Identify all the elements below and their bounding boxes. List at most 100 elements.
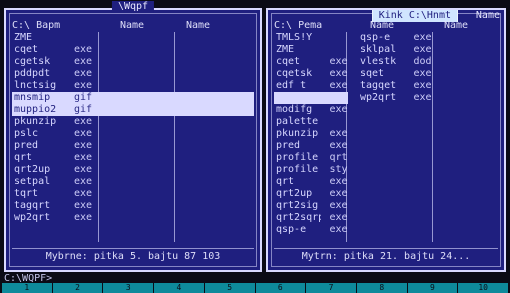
file-extension: exe (329, 104, 348, 115)
right-file-row[interactable]: profile sty (274, 164, 348, 176)
function-key[interactable]: 8 (356, 283, 407, 293)
function-key[interactable]: 2 (52, 283, 103, 293)
left-file-row[interactable]: pred exe (12, 140, 254, 152)
function-key[interactable]: 4 (154, 283, 204, 293)
command-prompt: C:\WQPF> (4, 273, 53, 283)
left-file-row[interactable]: pslc exe (12, 128, 254, 140)
left-file-row[interactable]: cgetsk exe (12, 56, 254, 68)
file-extension: exe (74, 164, 93, 175)
screen: \Wqpf C:\ Bapm Name Name ZME cqet exe cgets… (0, 0, 510, 293)
left-file-row[interactable]: pddpdt exe (12, 68, 254, 80)
left-file-row[interactable]: qrt2up exe (12, 164, 254, 176)
right-file-row[interactable]: qsp-e exe (358, 32, 432, 44)
right-file-row[interactable]: TMLS!Y (274, 32, 348, 44)
right-file-row[interactable]: pred exe (274, 140, 348, 152)
left-file-row[interactable]: qrt exe (12, 152, 254, 164)
left-file-list[interactable]: ZME cqet exe cgetsk exe pddpdt exe lnctsig exe mn… (12, 32, 254, 242)
file-extension: exe (329, 128, 348, 139)
function-key[interactable]: 6 (255, 283, 306, 293)
right-file-row[interactable]: profile qrt (274, 152, 348, 164)
file-name: qrt2up (276, 188, 313, 199)
right-file-row[interactable]: edf t exe (274, 80, 348, 92)
file-extension: exe (413, 32, 432, 43)
file-extension: sty (329, 164, 348, 175)
right-file-row[interactable]: qrt2up exe (274, 188, 348, 200)
right-file-row[interactable]: modifg exe (274, 104, 348, 116)
file-extension: exe (413, 80, 432, 91)
left-file-row[interactable]: wp2qrt exe (12, 212, 254, 224)
right-file-row[interactable] (274, 92, 348, 104)
function-key[interactable]: 5 (204, 283, 255, 293)
left-file-row[interactable]: tqrt exe (12, 188, 254, 200)
file-extension: exe (329, 176, 348, 187)
right-file-list[interactable]: TMLS!Y ZME cqet exe cqetsk exe edf t exe modifg e… (274, 32, 498, 242)
file-extension: exe (74, 56, 93, 67)
right-file-row[interactable]: vlestk dod (358, 56, 432, 68)
file-name: pkunzip (14, 116, 57, 127)
file-name: qsp-e (360, 32, 391, 43)
right-panel-header: C:\ Pema Name Name (274, 20, 498, 32)
right-file-row[interactable]: cqet exe (274, 56, 348, 68)
file-name: sklpal (360, 44, 397, 55)
left-col2-label: Name (186, 20, 211, 31)
left-file-row[interactable]: cqet exe (12, 44, 254, 56)
function-key[interactable]: 7 (306, 283, 356, 293)
file-extension: exe (329, 188, 348, 199)
left-file-row[interactable]: tagqrt exe (12, 200, 254, 212)
left-file-row[interactable]: ZME (12, 32, 254, 44)
right-file-row[interactable]: tagqet exe (358, 80, 432, 92)
file-extension: exe (74, 176, 93, 187)
file-name: profile (276, 164, 319, 175)
file-name: TMLS!Y (276, 32, 313, 43)
file-name: tqrt (14, 188, 39, 199)
right-status: Mytrn: pitka 21. bajtu 24... (274, 248, 498, 264)
file-name: pslc (14, 128, 39, 139)
left-file-row[interactable]: lnctsig exe (12, 80, 254, 92)
left-file-row[interactable]: muppio2 gif (12, 104, 254, 116)
file-extension: exe (413, 44, 432, 55)
function-key[interactable]: 9 (407, 283, 458, 293)
right-file-row[interactable]: pkunzip exe (274, 128, 348, 140)
file-name: wp2qrt (14, 212, 51, 223)
function-key[interactable]: 1 (2, 283, 52, 293)
left-file-row[interactable]: mnsmip gif (12, 92, 254, 104)
right-file-row[interactable]: sklpal exe (358, 44, 432, 56)
right-drive-label: C:\ Pema (274, 20, 323, 31)
file-name: wp2qrt (360, 92, 397, 103)
left-panel: \Wqpf C:\ Bapm Name Name ZME cqet exe cgets… (4, 1, 262, 272)
command-line[interactable]: C:\WQPF> (4, 273, 506, 283)
function-key-bar: 1 2 3 4 5 6 7 8 9 10 (0, 283, 510, 293)
right-file-list-left[interactable]: TMLS!Y ZME cqet exe cqetsk exe edf t exe modifg e… (274, 32, 348, 236)
left-drive-label: C:\ Bapm (12, 20, 61, 31)
left-file-row[interactable]: pkunzip exe (12, 116, 254, 128)
right-file-row[interactable]: qsp-e exe (274, 224, 348, 236)
right-file-row[interactable]: qrt2sqrp exe (274, 212, 348, 224)
file-extension: gif (74, 92, 93, 103)
left-status: Mybrne: pitka 5. bajtu 87 103 (12, 248, 254, 264)
right-file-row[interactable]: sqet exe (358, 68, 432, 80)
right-file-row[interactable]: ZME (274, 44, 348, 56)
file-extension: exe (329, 68, 348, 79)
file-extension (74, 32, 96, 44)
file-extension: exe (329, 212, 348, 223)
file-extension (329, 32, 348, 44)
file-name: cqet (276, 56, 301, 67)
right-file-row[interactable]: wp2qrt exe (358, 92, 432, 104)
right-file-list-right[interactable]: qsp-e exe sklpal exe vlestk dod sqet exe tagqet e… (358, 32, 432, 104)
right-file-row[interactable]: qrt exe (274, 176, 348, 188)
left-panel-header: C:\ Bapm Name Name (12, 20, 254, 32)
function-key[interactable]: 10 (458, 283, 508, 293)
file-name: sqet (360, 68, 385, 79)
file-name: edf t (276, 80, 307, 91)
file-name: qrt2sqrp (276, 212, 322, 223)
left-col1-label: Name (120, 20, 145, 31)
file-name: qrt (276, 176, 295, 187)
function-key[interactable]: 3 (103, 283, 154, 293)
right-file-row[interactable]: palette (274, 116, 348, 128)
file-name: cgetsk (14, 56, 51, 67)
left-file-row[interactable]: setpal exe (12, 176, 254, 188)
right-file-row[interactable]: qrt2sig exe (274, 200, 348, 212)
file-name: pred (276, 140, 301, 151)
right-file-row[interactable]: cqetsk exe (274, 68, 348, 80)
file-name: cqet (14, 44, 39, 55)
